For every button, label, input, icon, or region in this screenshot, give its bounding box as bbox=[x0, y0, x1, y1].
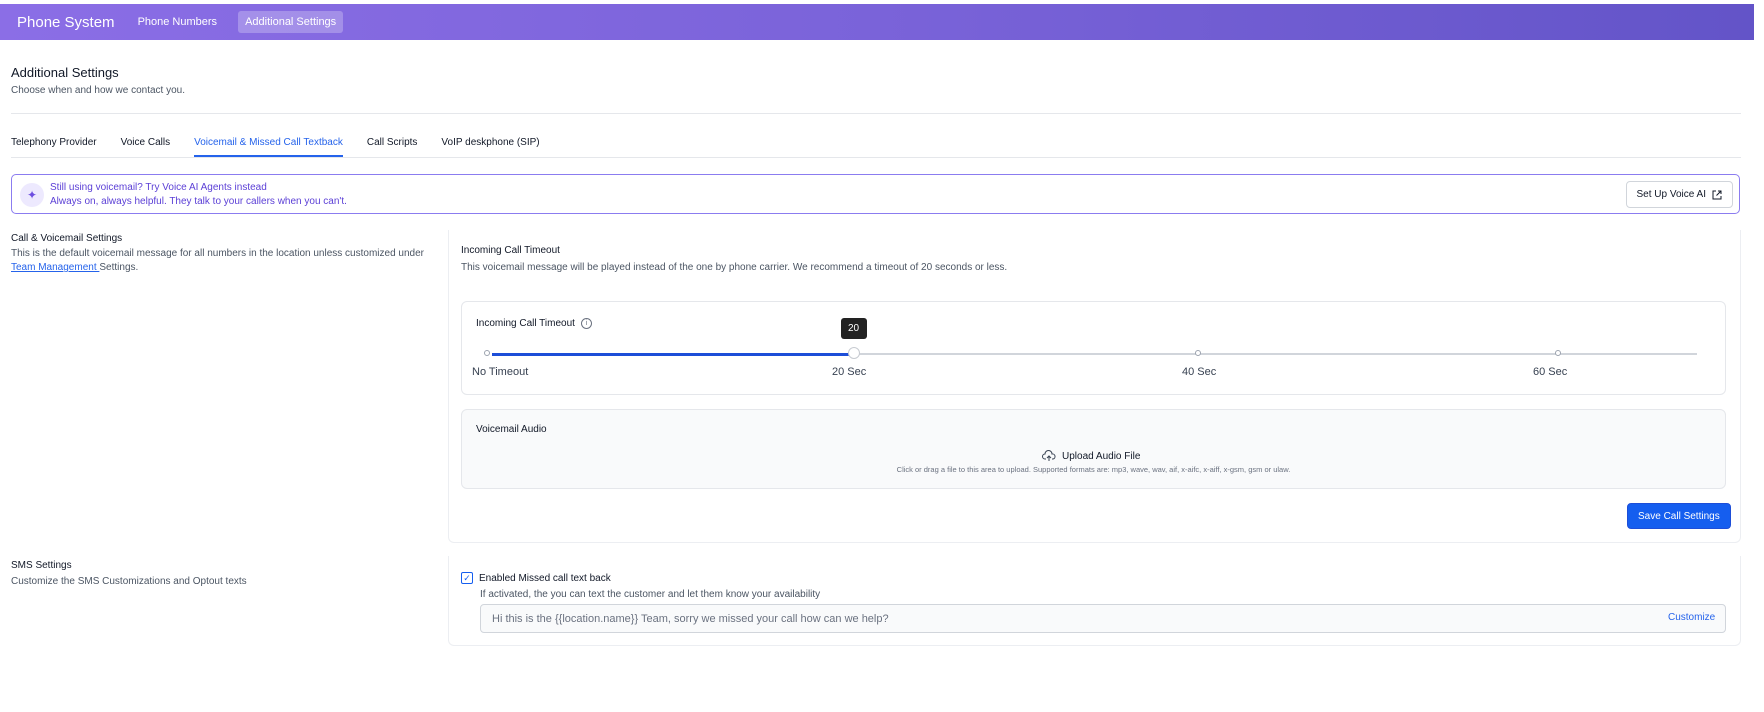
divider bbox=[11, 157, 1741, 158]
voicemail-audio-label: Voicemail Audio bbox=[476, 424, 547, 435]
slider-stop-dot[interactable] bbox=[484, 350, 490, 356]
slider-label-text: Incoming Call Timeout bbox=[476, 318, 575, 329]
cloud-upload-icon bbox=[1042, 450, 1056, 461]
missed-call-textback-checkbox[interactable]: ✓ bbox=[461, 572, 473, 584]
slider-track-fill bbox=[492, 353, 854, 356]
missed-call-message-field[interactable]: Hi this is the {{location.name}} Team, s… bbox=[480, 604, 1726, 633]
top-nav-bar: Phone System Phone Numbers Additional Se… bbox=[0, 4, 1754, 40]
incoming-call-timeout-desc: This voicemail message will be played in… bbox=[461, 262, 1008, 273]
info-icon[interactable]: i bbox=[580, 318, 592, 329]
sms-settings-label: SMS Settings bbox=[11, 560, 72, 571]
slider-mark: 20 Sec bbox=[832, 366, 867, 378]
voicemail-audio-dropzone[interactable]: Voicemail Audio Upload Audio File Click … bbox=[461, 409, 1726, 489]
tab-voice-calls[interactable]: Voice Calls bbox=[121, 137, 170, 157]
slider-handle[interactable] bbox=[847, 347, 860, 359]
tab-voip-deskphone[interactable]: VoIP deskphone (SIP) bbox=[441, 137, 539, 157]
tab-telephony-provider[interactable]: Telephony Provider bbox=[11, 137, 97, 157]
external-link-icon bbox=[1712, 190, 1722, 199]
set-up-voice-ai-label: Set Up Voice AI bbox=[1636, 189, 1707, 200]
team-management-link[interactable]: Team Management bbox=[11, 262, 99, 273]
sms-settings-desc: Customize the SMS Customizations and Opt… bbox=[11, 576, 247, 587]
divider bbox=[11, 113, 1741, 114]
slider-stop-dot[interactable] bbox=[1555, 350, 1561, 356]
tab-call-scripts[interactable]: Call Scripts bbox=[367, 137, 418, 157]
page-subtitle: Choose when and how we contact you. bbox=[11, 85, 185, 96]
tab-voicemail-missed-call[interactable]: Voicemail & Missed Call Textback bbox=[194, 137, 343, 157]
slider-mark: No Timeout bbox=[472, 366, 529, 378]
nav-additional-settings[interactable]: Additional Settings bbox=[238, 11, 344, 33]
save-call-settings-button[interactable]: Save Call Settings bbox=[1627, 503, 1731, 529]
customize-link[interactable]: Customize bbox=[1668, 612, 1715, 623]
missed-call-textback-label: Enabled Missed call text back bbox=[479, 573, 611, 584]
incoming-call-timeout-title: Incoming Call Timeout bbox=[461, 245, 560, 256]
banner-subtitle: Always on, always helpful. They talk to … bbox=[50, 196, 347, 207]
slider-mark: 40 Sec bbox=[1182, 366, 1217, 378]
slider-mark: 60 Sec bbox=[1533, 366, 1568, 378]
call-voicemail-settings-desc: This is the default voicemail message fo… bbox=[11, 247, 431, 275]
page-title: Additional Settings bbox=[11, 65, 119, 80]
slider-value-tooltip: 20 bbox=[840, 318, 867, 339]
voice-ai-banner: ✦ Still using voicemail? Try Voice AI Ag… bbox=[11, 174, 1740, 214]
slider-label: Incoming Call Timeout i bbox=[476, 318, 592, 329]
slider-stop-dot[interactable] bbox=[1195, 350, 1201, 356]
timeout-slider-card: Incoming Call Timeout i 20 No Timeout 20… bbox=[461, 301, 1726, 395]
nav-phone-numbers[interactable]: Phone Numbers bbox=[131, 11, 225, 33]
call-voicemail-settings-label: Call & Voicemail Settings bbox=[11, 233, 123, 244]
upload-audio-button[interactable]: Upload Audio File bbox=[1042, 450, 1140, 462]
desc-text: Settings. bbox=[99, 262, 139, 273]
set-up-voice-ai-button[interactable]: Set Up Voice AI bbox=[1625, 181, 1733, 208]
missed-call-textback-desc: If activated, the you can text the custo… bbox=[480, 589, 821, 600]
sparkle-icon: ✦ bbox=[20, 183, 44, 207]
upload-hint: Click or drag a file to this area to upl… bbox=[896, 465, 1291, 474]
settings-tabs: Telephony Provider Voice Calls Voicemail… bbox=[11, 137, 540, 157]
desc-text: This is the default voicemail message fo… bbox=[11, 248, 424, 259]
slider-track[interactable] bbox=[492, 353, 1697, 356]
banner-title: Still using voicemail? Try Voice AI Agen… bbox=[50, 182, 267, 193]
app-title: Phone System bbox=[17, 13, 115, 31]
upload-audio-label: Upload Audio File bbox=[1062, 450, 1141, 462]
missed-call-message-text: Hi this is the {{location.name}} Team, s… bbox=[492, 612, 889, 625]
